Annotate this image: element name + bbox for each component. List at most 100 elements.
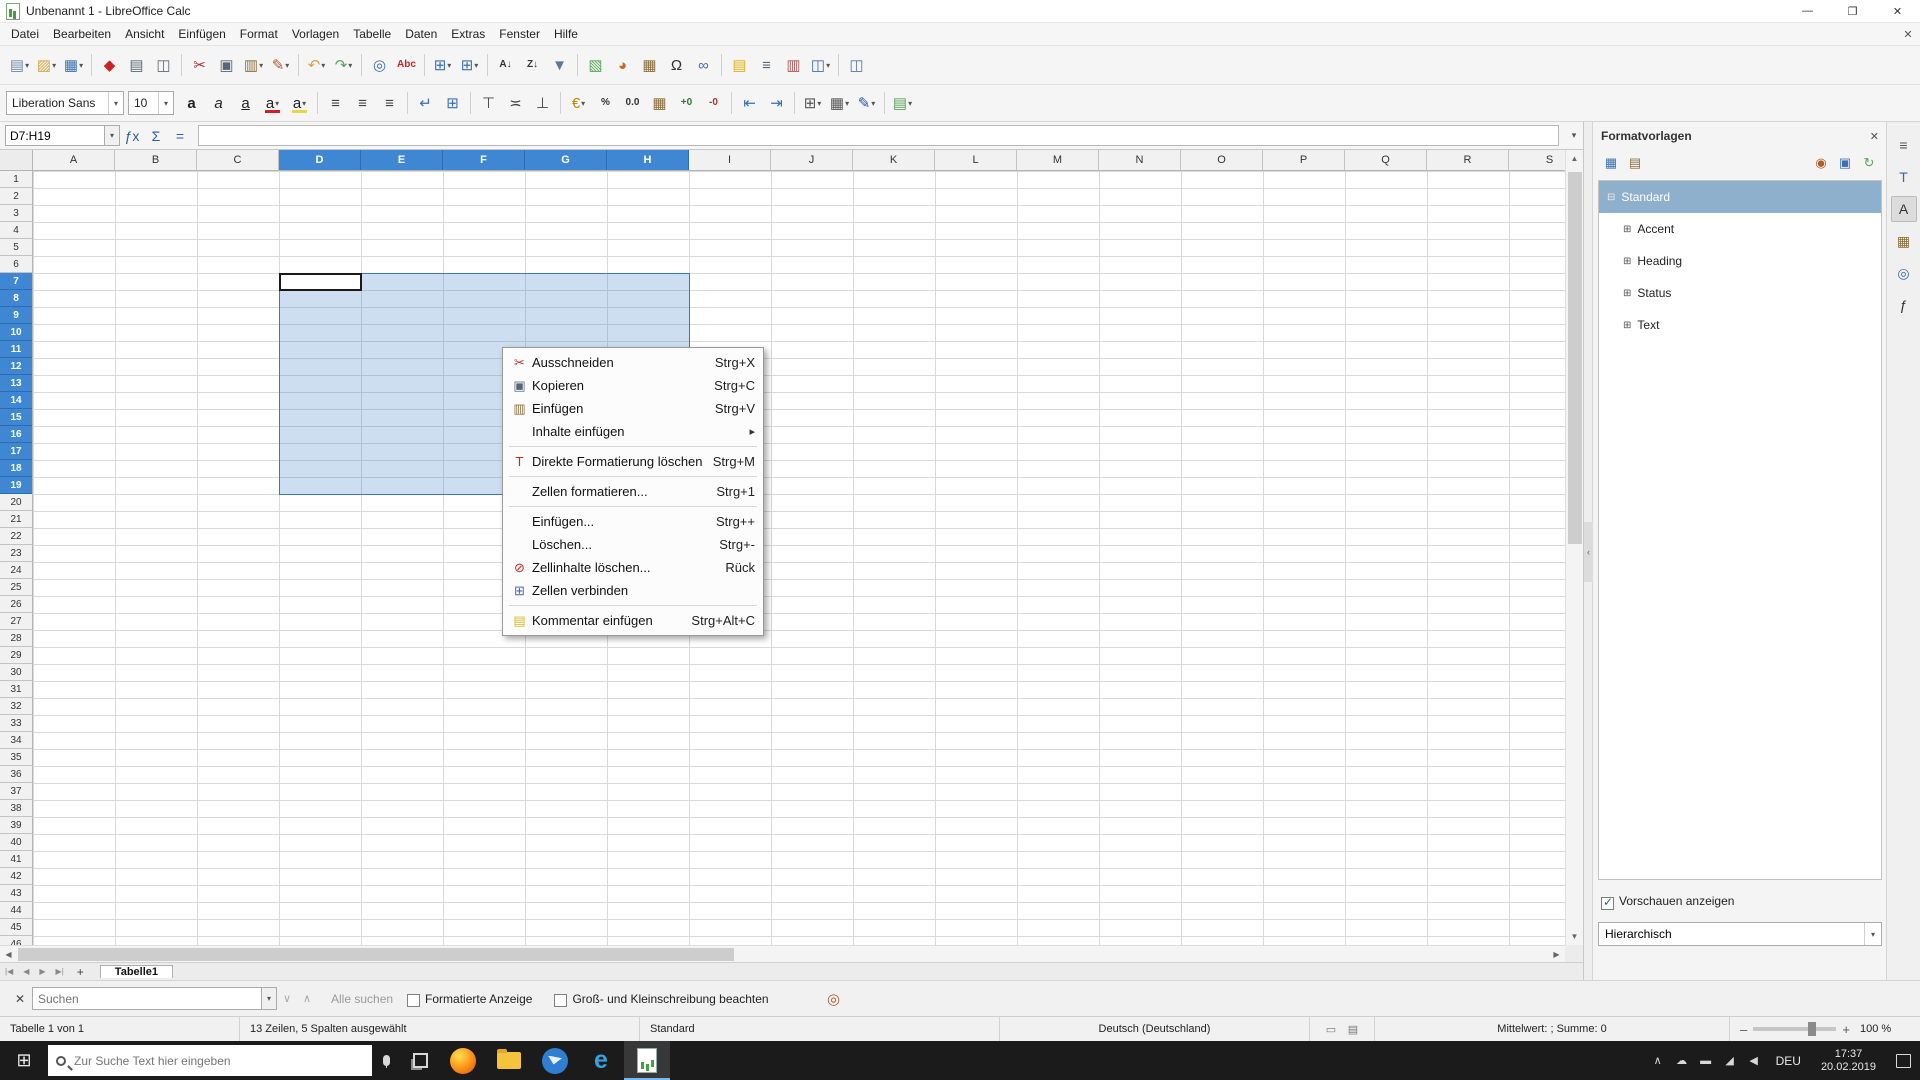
row-header-10[interactable]: 10 xyxy=(0,324,32,341)
menu-einfügen[interactable]: Einfügen xyxy=(171,24,232,44)
autofilter-button[interactable]: ▼ xyxy=(546,51,573,79)
insert-columns-button[interactable]: ⊞ ▾ xyxy=(456,51,483,79)
row-header-23[interactable]: 23 xyxy=(0,545,32,562)
column-header-A[interactable]: A xyxy=(33,150,115,170)
row-header-15[interactable]: 15 xyxy=(0,409,32,426)
row-header-12[interactable]: 12 xyxy=(0,358,32,375)
merge-cells-button[interactable]: ⊞ xyxy=(439,89,466,117)
hidden-icons-chevron[interactable]: ∧ xyxy=(1646,1041,1670,1080)
zoom-slider-thumb[interactable] xyxy=(1808,1022,1817,1036)
row-header-28[interactable]: 28 xyxy=(0,630,32,647)
menu-hilfe[interactable]: Hilfe xyxy=(547,24,585,44)
vertical-scrollbar[interactable]: ▲ ▼ xyxy=(1565,150,1583,945)
sum-button[interactable]: Σ xyxy=(144,124,168,148)
context-item-ausschneiden[interactable]: ✂ Ausschneiden Strg+X xyxy=(503,351,763,374)
row-header-38[interactable]: 38 xyxy=(0,800,32,817)
add-sheet-button[interactable]: + xyxy=(69,965,92,979)
style-entry-heading[interactable]: ⊞ Heading xyxy=(1599,245,1881,277)
document-modified-icon[interactable]: ▤ xyxy=(1348,1023,1358,1036)
menu-daten[interactable]: Daten xyxy=(398,24,444,44)
volume-icon[interactable]: ◀ xyxy=(1742,1041,1766,1080)
row-header-32[interactable]: 32 xyxy=(0,698,32,715)
delete-decimal-button[interactable]: -0 xyxy=(700,89,727,117)
taskbar-app-explorer[interactable] xyxy=(486,1041,532,1080)
increase-indent-button[interactable]: ⇥ xyxy=(763,89,790,117)
column-header-H[interactable]: H xyxy=(607,150,689,170)
special-character-button[interactable]: Ω xyxy=(663,51,690,79)
network-icon[interactable]: ◢ xyxy=(1718,1041,1742,1080)
taskbar-clock[interactable]: 17:37 20.02.2019 xyxy=(1811,1048,1886,1074)
context-item-zellen-verbinden[interactable]: ⊞ Zellen verbinden xyxy=(503,579,763,602)
split-window-button[interactable]: ◫ xyxy=(843,51,870,79)
battery-icon[interactable]: ▬ xyxy=(1694,1041,1718,1080)
row-header-43[interactable]: 43 xyxy=(0,885,32,902)
row-header-27[interactable]: 27 xyxy=(0,613,32,630)
insert-pivot-table-button[interactable]: ▦ xyxy=(636,51,663,79)
next-sheet-button[interactable]: ▶ xyxy=(34,967,50,976)
column-header-E[interactable]: E xyxy=(361,150,443,170)
page-styles-icon[interactable]: ▤ xyxy=(1623,152,1647,174)
row-header-31[interactable]: 31 xyxy=(0,681,32,698)
align-bottom-button[interactable]: ⊥ xyxy=(529,89,556,117)
maximize-button[interactable]: ❐ xyxy=(1830,0,1875,22)
find-input[interactable] xyxy=(32,987,262,1010)
cell-styles-icon[interactable]: ▦ xyxy=(1599,152,1623,174)
zoom-slider[interactable] xyxy=(1753,1022,1837,1036)
find-replace-button[interactable]: ◎ xyxy=(366,51,393,79)
match-case-checkbox[interactable] xyxy=(554,994,568,1007)
row-header-36[interactable]: 36 xyxy=(0,766,32,783)
row-header-14[interactable]: 14 xyxy=(0,392,32,409)
style-entry-standard[interactable]: ⊟ Standard xyxy=(1599,181,1881,213)
chevron-down-icon[interactable]: ▾ xyxy=(158,92,173,114)
row-header-42[interactable]: 42 xyxy=(0,868,32,885)
row-header-6[interactable]: 6 xyxy=(0,256,32,273)
page-style-status[interactable]: Standard xyxy=(640,1017,1000,1041)
undo-button[interactable]: ↶ ▾ xyxy=(303,51,330,79)
stats-status[interactable]: Mittelwert: ; Summe: 0 xyxy=(1375,1017,1730,1041)
menu-bearbeiten[interactable]: Bearbeiten xyxy=(46,24,118,44)
expander-icon[interactable]: ⊞ xyxy=(1623,288,1631,299)
context-item-zellinhalte-loeschen[interactable]: ⊘ Zellinhalte löschen... Rück xyxy=(503,556,763,579)
row-header-19[interactable]: 19 xyxy=(0,477,32,494)
row-header-35[interactable]: 35 xyxy=(0,749,32,766)
style-filter-combo[interactable]: Hierarchisch ▾ xyxy=(1598,922,1882,946)
start-button[interactable]: ⊞ xyxy=(0,1041,48,1080)
equals-button[interactable]: = xyxy=(168,124,192,148)
navigator-tab[interactable]: ◎ xyxy=(1891,260,1917,286)
context-item-kopieren[interactable]: ▣ Kopieren Strg+C xyxy=(503,374,763,397)
headers-footers-button[interactable]: ≡ xyxy=(753,51,780,79)
find-previous-icon[interactable]: ∧ xyxy=(297,992,317,1005)
spelling-button[interactable]: Abc xyxy=(393,51,420,79)
border-color-button[interactable]: ✎ ▾ xyxy=(853,89,880,117)
row-header-30[interactable]: 30 xyxy=(0,664,32,681)
column-header-F[interactable]: F xyxy=(443,150,525,170)
column-header-S[interactable]: S xyxy=(1509,150,1565,170)
action-center-icon[interactable] xyxy=(1886,1041,1920,1080)
menu-fenster[interactable]: Fenster xyxy=(492,24,547,44)
context-item-zellen-formatieren[interactable]: Zellen formatieren... Strg+1 xyxy=(503,480,763,503)
function-wizard-button[interactable]: ƒx xyxy=(120,124,144,148)
task-view-button[interactable] xyxy=(400,1041,440,1080)
find-history-dropdown-icon[interactable]: ▾ xyxy=(262,987,277,1010)
clone-formatting-button[interactable]: ✎ ▾ xyxy=(267,51,294,79)
column-header-L[interactable]: L xyxy=(935,150,1017,170)
insert-rows-button[interactable]: ⊞ ▾ xyxy=(429,51,456,79)
add-decimal-button[interactable]: +0 xyxy=(673,89,700,117)
styles-tab[interactable]: A xyxy=(1890,196,1917,222)
sort-descending-button[interactable]: Z↓ xyxy=(519,51,546,79)
border-style-button[interactable]: ▦ ▾ xyxy=(826,89,853,117)
row-header-5[interactable]: 5 xyxy=(0,239,32,256)
font-color-button[interactable]: a ▾ xyxy=(259,89,286,117)
menu-datei[interactable]: Datei xyxy=(4,24,46,44)
row-header-44[interactable]: 44 xyxy=(0,902,32,919)
column-header-D[interactable]: D xyxy=(279,150,361,170)
find-next-icon[interactable]: ∨ xyxy=(277,992,297,1005)
decrease-indent-button[interactable]: ⇤ xyxy=(736,89,763,117)
format-currency-button[interactable]: € ▾ xyxy=(565,89,592,117)
onedrive-icon[interactable]: ☁ xyxy=(1670,1041,1694,1080)
row-header-26[interactable]: 26 xyxy=(0,596,32,613)
copy-button[interactable]: ▣ xyxy=(213,51,240,79)
open-button[interactable]: ▨ ▾ xyxy=(33,51,60,79)
row-header-25[interactable]: 25 xyxy=(0,579,32,596)
menu-tabelle[interactable]: Tabelle xyxy=(346,24,398,44)
